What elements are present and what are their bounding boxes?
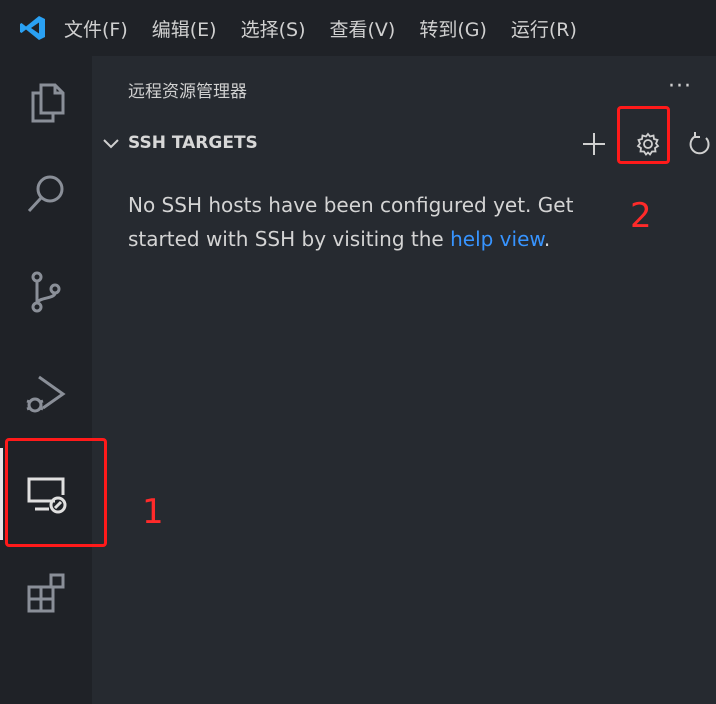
add-new-host-button[interactable] xyxy=(580,130,608,158)
activity-explorer[interactable] xyxy=(0,56,92,148)
run-debug-icon xyxy=(26,375,66,413)
refresh-icon xyxy=(689,132,710,155)
highlight-box-2 xyxy=(617,106,670,164)
title-bar: 文件(F) 编辑(E) 选择(S) 查看(V) 转到(G) 运行(R) xyxy=(0,0,716,56)
message-suffix: . xyxy=(543,227,551,251)
activity-search[interactable] xyxy=(0,148,92,240)
menu-bar: 文件(F) 编辑(E) 选择(S) 查看(V) 转到(G) 运行(R) xyxy=(64,15,601,42)
search-icon xyxy=(27,175,64,213)
chevron-down-icon[interactable] xyxy=(100,132,122,154)
source-control-icon xyxy=(31,271,61,313)
sidebar-title: 远程资源管理器 xyxy=(128,81,247,102)
activity-source-control[interactable] xyxy=(0,246,92,338)
refresh-button[interactable] xyxy=(686,130,714,158)
extensions-icon xyxy=(27,573,65,613)
empty-state-message: No SSH hosts have been configured yet. G… xyxy=(128,188,628,256)
menu-run[interactable]: 运行(R) xyxy=(511,15,577,42)
explorer-icon xyxy=(31,83,65,123)
menu-file[interactable]: 文件(F) xyxy=(64,15,128,42)
menu-go[interactable]: 转到(G) xyxy=(419,15,487,42)
activity-extensions[interactable] xyxy=(0,546,92,638)
annotation-label-1: 1 xyxy=(142,492,164,532)
menu-selection[interactable]: 选择(S) xyxy=(241,15,306,42)
menu-view[interactable]: 查看(V) xyxy=(330,15,396,42)
help-view-link[interactable]: help view xyxy=(450,227,544,251)
menu-edit[interactable]: 编辑(E) xyxy=(152,15,217,42)
annotation-label-2: 2 xyxy=(630,196,652,236)
highlight-box-1 xyxy=(5,438,107,547)
section-title: SSH TARGETS xyxy=(128,133,258,153)
plus-icon xyxy=(583,133,605,155)
more-actions-button[interactable]: ··· xyxy=(668,74,692,99)
activity-run-debug[interactable] xyxy=(0,348,92,440)
vscode-logo-icon[interactable] xyxy=(18,13,48,43)
activity-bar xyxy=(0,56,92,704)
